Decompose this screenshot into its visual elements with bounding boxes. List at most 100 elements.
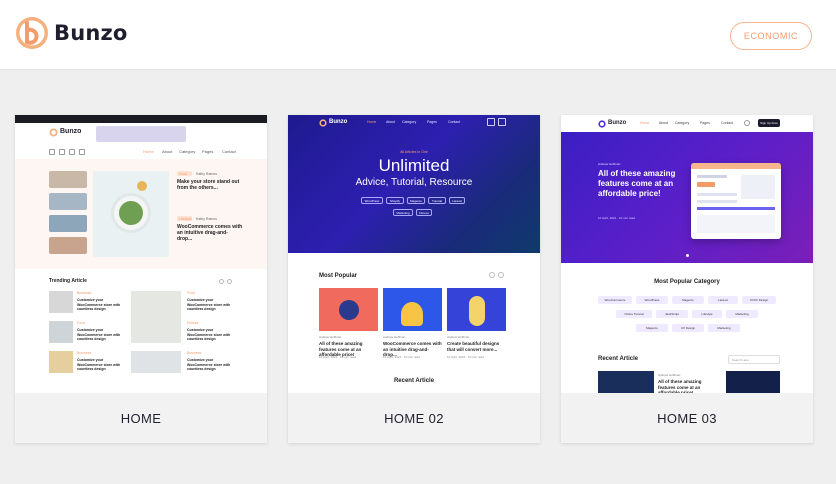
category-chip[interactable]: WordPress	[636, 296, 668, 304]
mini-nav-category[interactable]: Category	[179, 149, 195, 154]
bunzo-logo-icon	[16, 17, 48, 49]
demo-preview-home-02[interactable]: Bunzo Home About Category Pages Contact …	[288, 115, 540, 393]
category-chip[interactable]: Magento	[636, 324, 668, 332]
trending-title[interactable]: Customize your WooCommerce store with co…	[77, 328, 125, 342]
demo-caption-home-02[interactable]: HOME 02	[288, 393, 540, 443]
post-author: Andrew Hoffman	[319, 335, 342, 339]
economic-button[interactable]: ECONOMIC	[730, 22, 812, 50]
brand-logo[interactable]: Bunzo	[15, 16, 128, 50]
mini-nav-home[interactable]: Home	[143, 149, 154, 154]
user-icon[interactable]	[498, 118, 506, 126]
trending-thumbnail[interactable]	[49, 291, 73, 313]
next-arrow-icon[interactable]	[498, 272, 504, 278]
popular-image[interactable]	[319, 288, 378, 331]
demo-caption-home[interactable]: HOME	[15, 393, 267, 443]
trending-title[interactable]: Customize your WooCommerce store with co…	[77, 358, 125, 372]
hero-title[interactable]: All of these amazing features come at an…	[598, 169, 678, 199]
mini-nav-home[interactable]: Home	[640, 121, 649, 125]
utility-bar	[15, 115, 267, 123]
thumbnail[interactable]	[49, 237, 87, 254]
top-bar: Bunzo ECONOMIC	[0, 0, 836, 70]
mini-nav-category[interactable]: Category	[675, 121, 689, 125]
trending-title[interactable]: Customize your WooCommerce store with co…	[187, 298, 237, 312]
search-icon[interactable]	[487, 118, 495, 126]
demo-preview-home[interactable]: Bunzo Home About Category Pages Contact …	[15, 115, 267, 393]
demo-preview-home-03[interactable]: Bunzo Home About Category Pages Contact …	[561, 115, 813, 393]
thumbnail[interactable]	[49, 171, 87, 188]
search-input[interactable]: Search Here	[728, 355, 780, 364]
category-chip[interactable]: JavaScript	[656, 310, 688, 318]
mini-logo-text: Bunzo	[60, 128, 82, 135]
mini-logo-text: Bunzo	[329, 119, 348, 125]
social-icon[interactable]	[69, 149, 75, 155]
post-meta: 10 April, 2021 · 10 min read	[598, 216, 635, 220]
category-heading: Most Popular Category	[654, 279, 720, 285]
demo-card-home-02[interactable]: Bunzo Home About Category Pages Contact …	[288, 115, 540, 443]
category-chip[interactable]: Lifestyle	[692, 310, 722, 318]
hero-tag[interactable]: Tutorial	[428, 197, 446, 204]
category-chip[interactable]: Marketing	[708, 324, 740, 332]
mini-nav-home[interactable]: Home	[367, 120, 376, 124]
trending-thumbnail[interactable]	[131, 351, 181, 373]
category-chip[interactable]: Marketing	[726, 310, 758, 318]
demo-card-home-03[interactable]: Bunzo Home About Category Pages Contact …	[561, 115, 813, 443]
prev-arrow-icon[interactable]	[219, 279, 224, 284]
hero-tag[interactable]: Magento	[407, 197, 425, 204]
post-author: Andrew Hoffman	[447, 335, 470, 339]
hero-tag[interactable]: Marketing	[393, 209, 413, 216]
thumbnail[interactable]	[49, 193, 87, 210]
trending-thumbnail[interactable]	[131, 291, 181, 343]
trending-heading: Trending Article	[49, 278, 87, 284]
trending-title[interactable]: Customize your WooCommerce store with co…	[187, 328, 237, 342]
post-author: Andrew Hoffman	[598, 162, 621, 166]
social-icon[interactable]	[79, 149, 85, 155]
hero-tag[interactable]: Laravel	[449, 197, 465, 204]
category-chip[interactable]: UX Design	[672, 324, 704, 332]
category-chip[interactable]: Magento	[672, 296, 704, 304]
thumbnail[interactable]	[49, 215, 87, 232]
post-title[interactable]: Create beautiful designs that will conve…	[447, 341, 506, 352]
mini-nav-pages[interactable]: Pages	[700, 121, 710, 125]
recent-image[interactable]	[726, 371, 780, 393]
category-chip[interactable]: WooCommerce	[598, 296, 632, 304]
hero-tag[interactable]: Shopify	[386, 197, 404, 204]
hero-tag[interactable]: Fitness	[416, 209, 432, 216]
post-title[interactable]: Make your store stand out from the other…	[177, 179, 243, 191]
mini-logo-icon	[598, 120, 606, 128]
mini-nav-contact[interactable]: Contact	[448, 120, 460, 124]
mini-nav-pages[interactable]: Pages	[427, 120, 437, 124]
featured-image[interactable]	[93, 171, 169, 257]
mini-nav-contact[interactable]: Contact	[222, 149, 236, 154]
post-title[interactable]: All of these amazing features come at an…	[658, 379, 716, 393]
mini-nav-pages[interactable]: Pages	[202, 149, 213, 154]
mini-nav-category[interactable]: Category	[402, 120, 416, 124]
mini-nav-contact[interactable]: Contact	[721, 121, 733, 125]
recent-heading: Recent Article	[598, 356, 639, 362]
demo-caption-home-03[interactable]: HOME 03	[561, 393, 813, 443]
prev-arrow-icon[interactable]	[489, 272, 495, 278]
mini-nav-about[interactable]: About	[386, 120, 395, 124]
category-chip[interactable]: UI/UX Design	[742, 296, 776, 304]
signup-button[interactable]: Sign Up Free	[758, 119, 780, 127]
hero-title: Unlimited	[378, 156, 450, 175]
trending-thumbnail[interactable]	[49, 351, 73, 373]
post-author: Andrew Hoffman	[383, 335, 406, 339]
next-arrow-icon[interactable]	[227, 279, 232, 284]
hero-tag[interactable]: WordPress	[361, 197, 383, 204]
mini-nav-about[interactable]: About	[162, 149, 172, 154]
post-title[interactable]: WooCommerce comes with an intuitive drag…	[177, 224, 243, 242]
social-icon[interactable]	[59, 149, 65, 155]
popular-image[interactable]	[447, 288, 506, 331]
trending-thumbnail[interactable]	[49, 321, 73, 343]
social-icon[interactable]	[49, 149, 55, 155]
mini-nav-about[interactable]: About	[659, 121, 668, 125]
trending-title[interactable]: Customize your WooCommerce store with co…	[187, 358, 237, 372]
category-chip[interactable]: Online Tutorial	[616, 310, 652, 318]
popular-image[interactable]	[383, 288, 442, 331]
category-chip[interactable]: Laravel	[708, 296, 738, 304]
trending-title[interactable]: Customize your WooCommerce store with co…	[77, 298, 125, 312]
recent-image[interactable]	[598, 371, 654, 393]
demo-card-home[interactable]: Bunzo Home About Category Pages Contact …	[15, 115, 267, 443]
search-icon[interactable]	[744, 120, 750, 126]
slider-dot[interactable]	[686, 254, 689, 257]
